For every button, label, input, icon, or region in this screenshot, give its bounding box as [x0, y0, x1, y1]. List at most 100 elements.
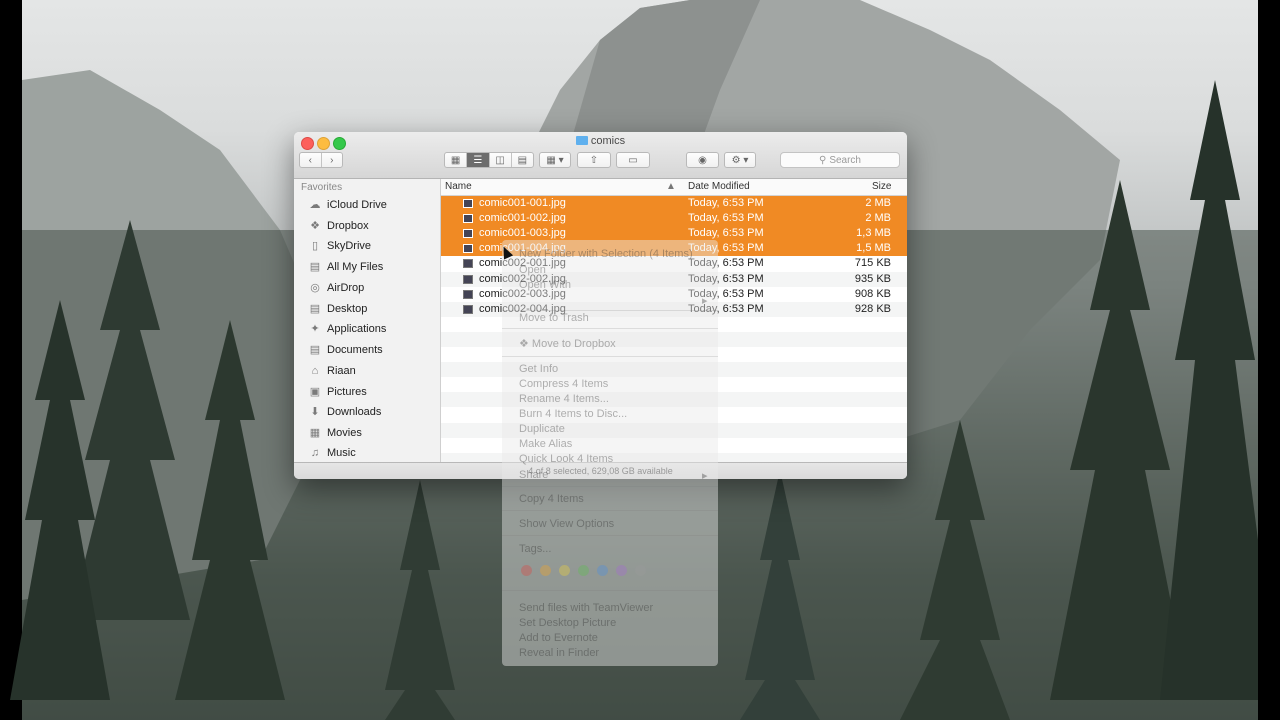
image-file-icon — [463, 229, 473, 239]
eye-icon: ◉ — [698, 154, 707, 166]
menu-item-copy[interactable]: Copy 4 Items — [519, 493, 584, 505]
forward-icon[interactable]: › — [322, 153, 343, 167]
sidebar-item-all-my-files[interactable]: ▤ All My Files — [308, 257, 383, 276]
cell-size: 2 MB — [865, 197, 891, 209]
table-row[interactable]: comic001-001.jpg Today, 6:53 PM 2 MB — [441, 196, 907, 211]
sidebar-item-pictures[interactable]: ▣ Pictures — [308, 382, 367, 401]
menu-item-move-to-trash[interactable]: Move to Trash — [519, 312, 589, 324]
menu-item-send-teamviewer[interactable]: Send files with TeamViewer — [519, 602, 653, 614]
image-file-icon — [463, 199, 473, 208]
tag-button[interactable]: ▭ — [616, 152, 650, 168]
tag-color-dot[interactable] — [597, 565, 608, 576]
menu-item-rename[interactable]: Rename 4 Items... — [519, 393, 609, 405]
menu-item-show-view-options[interactable]: Show View Options — [519, 518, 614, 530]
menu-item-set-desktop-picture[interactable]: Set Desktop Picture — [519, 617, 616, 629]
cloud-icon: ☁ — [309, 199, 321, 211]
column-date-modified[interactable]: Date Modified — [688, 181, 750, 192]
search-field[interactable]: ⚲ Search — [780, 152, 900, 168]
film-icon: ▦ — [309, 427, 321, 439]
sidebar: Favorites ☁ iCloud Drive ❖ Dropbox ▯ SkyDri… — [294, 179, 441, 462]
menu-item-duplicate[interactable]: Duplicate — [519, 423, 565, 435]
menu-item-share[interactable]: Share — [519, 469, 548, 481]
icon-view-icon[interactable]: ▦ — [445, 153, 468, 167]
tag-color-dot[interactable] — [616, 565, 627, 576]
sidebar-item-movies[interactable]: ▦ Movies — [308, 423, 362, 442]
dropbox-icon: ❖ — [519, 338, 532, 350]
column-size[interactable]: Size — [872, 181, 891, 192]
camera-icon: ▣ — [309, 386, 321, 398]
menu-item-get-info[interactable]: Get Info — [519, 363, 558, 375]
quick-look-button[interactable]: ◉ — [686, 152, 719, 168]
menu-item-open[interactable]: Open — [519, 264, 546, 276]
menu-item-new-folder[interactable]: New Folder with Selection (4 Items) — [519, 248, 693, 260]
sidebar-item-music[interactable]: ♫ Music — [308, 443, 356, 462]
sidebar-header: Favorites — [301, 182, 343, 193]
download-icon: ⬇ — [310, 406, 320, 418]
image-file-icon — [463, 259, 473, 269]
menu-separator — [502, 310, 718, 311]
cell-size: 928 KB — [854, 302, 891, 315]
menu-separator — [502, 510, 718, 511]
folder-icon — [575, 136, 588, 145]
column-header: Name ▲ Date Modified Size — [441, 179, 907, 196]
image-file-icon — [463, 244, 473, 254]
tag-color-dot[interactable] — [635, 565, 646, 576]
menu-item-reveal-in-finder[interactable]: Reveal in Finder — [519, 647, 599, 659]
image-file-icon — [463, 214, 473, 224]
arrange-button[interactable]: ▦ ▾ — [539, 152, 571, 168]
folder-icon: ▯ — [311, 240, 319, 252]
desktop-icon: ▤ — [309, 303, 321, 315]
sidebar-item-desktop[interactable]: ▤ Desktop — [308, 299, 368, 318]
menu-item-make-alias[interactable]: Make Alias — [519, 438, 572, 450]
cell-name: comic001-001.jpg — [479, 197, 566, 209]
menu-item-tags[interactable]: Tags... — [519, 543, 551, 555]
sidebar-item-dropbox[interactable]: ❖ Dropbox — [308, 216, 369, 235]
menu-separator — [502, 486, 718, 487]
image-file-icon — [463, 304, 473, 314]
menu-item-open-with[interactable]: Open With — [519, 279, 571, 291]
menu-item-burn[interactable]: Burn 4 Items to Disc... — [519, 408, 627, 420]
context-menu: New Folder with Selection (4 Items) Open… — [502, 240, 718, 666]
sidebar-item-skydrive[interactable]: ▯ SkyDrive — [308, 236, 371, 255]
sidebar-item-documents[interactable]: ▤ Documents — [308, 340, 383, 359]
sidebar-item-riaan[interactable]: ⌂ Riaan — [308, 361, 356, 380]
menu-item-compress[interactable]: Compress 4 Items — [519, 378, 608, 390]
title-bar: comics ‹ › ▦ ☰ ◫ ▤ ▦ ▾ ⇧ ▭ ◉ ⚙ ▾ ⚲ Search — [294, 132, 907, 179]
cover-flow-icon[interactable]: ▤ — [512, 153, 533, 167]
menu-separator — [502, 535, 718, 536]
cell-size: 715 KB — [854, 257, 891, 270]
sidebar-item-icloud-drive[interactable]: ☁ iCloud Drive — [308, 195, 387, 214]
cell-size: 935 KB — [854, 272, 891, 285]
all-files-icon: ▤ — [309, 261, 321, 273]
menu-item-add-to-evernote[interactable]: Add to Evernote — [519, 632, 598, 644]
cell-date: Today, 6:53 PM — [688, 197, 764, 209]
sidebar-item-airdrop[interactable]: ◎ AirDrop — [308, 278, 364, 297]
action-button[interactable]: ⚙ ▾ — [724, 152, 756, 168]
menu-item-move-to-dropbox[interactable]: ❖ Move to Dropbox — [519, 337, 616, 350]
cell-size: 1,5 MB — [856, 242, 891, 255]
menu-item-quick-look[interactable]: Quick Look 4 Items — [519, 453, 613, 465]
submenu-arrow-icon: ▸ — [702, 470, 708, 482]
image-file-icon — [463, 289, 473, 299]
sidebar-item-downloads[interactable]: ⬇ Downloads — [308, 402, 381, 421]
tag-color-dot[interactable] — [559, 565, 570, 576]
table-row[interactable]: comic001-003.jpg Today, 6:53 PM 1,3 MB — [441, 226, 907, 242]
menu-separator — [502, 356, 718, 357]
applications-icon: ✦ — [310, 323, 320, 335]
share-button[interactable]: ⇧ — [577, 152, 611, 168]
list-view-icon[interactable]: ☰ — [467, 153, 490, 167]
airdrop-icon: ◎ — [310, 282, 320, 294]
tag-color-dot[interactable] — [578, 565, 589, 576]
table-row[interactable]: comic001-002.jpg Today, 6:53 PM 2 MB — [441, 211, 907, 227]
cell-name: comic001-002.jpg — [479, 212, 566, 225]
tag-color-dot[interactable] — [521, 565, 532, 576]
sidebar-item-applications[interactable]: ✦ Applications — [308, 319, 386, 338]
tag-color-dot[interactable] — [540, 565, 551, 576]
back-icon[interactable]: ‹ — [300, 153, 322, 167]
cell-date: Today, 6:53 PM — [688, 212, 764, 225]
column-view-icon[interactable]: ◫ — [490, 153, 512, 167]
share-icon: ⇧ — [589, 154, 599, 166]
dropbox-icon: ❖ — [310, 220, 320, 232]
menu-separator — [502, 328, 718, 329]
column-name[interactable]: Name — [445, 181, 472, 192]
